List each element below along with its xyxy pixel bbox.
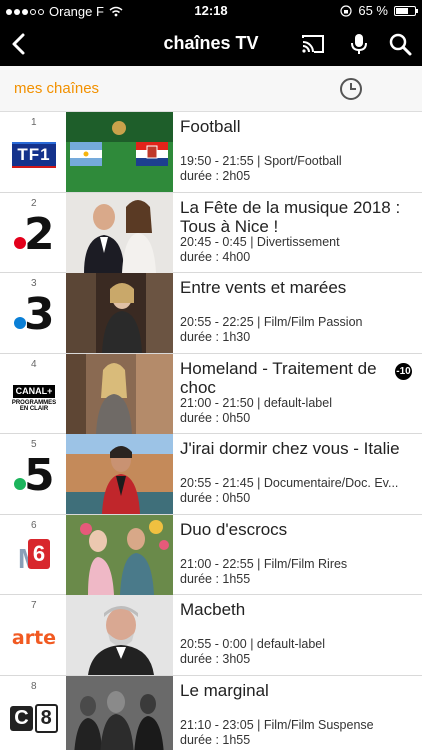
cast-icon[interactable] bbox=[300, 31, 326, 57]
program-time: 20:55 - 22:25 | Film/Film Passion bbox=[180, 315, 363, 329]
channel-row[interactable]: 8 C8 Le marginal 21:10 - 23:05 | Film/Fi… bbox=[0, 675, 422, 750]
program-time: 20:55 - 21:45 | Documentaire/Doc. Ev... bbox=[180, 476, 399, 490]
age-rating-badge: -10 bbox=[395, 362, 412, 380]
program-thumbnail bbox=[66, 273, 173, 353]
channel-number: 7 bbox=[31, 600, 37, 611]
channel-logo-m6: M6 bbox=[8, 535, 60, 581]
channel-logo-france2: 2 bbox=[8, 209, 60, 260]
clock-icon[interactable] bbox=[338, 76, 364, 102]
program-title: La Fête de la musique 2018 : Tous à Nice… bbox=[180, 197, 401, 236]
channel-number: 3 bbox=[31, 278, 37, 289]
program-thumbnail bbox=[66, 434, 173, 514]
channel-number: 8 bbox=[31, 680, 37, 692]
channel-list: 1 TF1 Football 19:50 - 21:55 | Sport/Foo… bbox=[0, 112, 422, 750]
program-time: 21:00 - 22:55 | Film/Film Rires bbox=[180, 556, 348, 571]
channel-logo-tf1: TF1 bbox=[8, 132, 60, 178]
program-title: Macbeth bbox=[180, 600, 246, 619]
program-duration: durée : 1h55 bbox=[180, 571, 251, 586]
program-title: Entre vents et marées bbox=[180, 278, 347, 297]
program-time: 21:00 - 21:50 | default-label bbox=[180, 395, 332, 410]
channel-row[interactable]: 5 5 J'irai dormir chez vous - Italie 20:… bbox=[0, 434, 422, 515]
program-duration: durée : 1h30 bbox=[180, 330, 251, 344]
program-thumbnail bbox=[66, 595, 173, 675]
program-thumbnail bbox=[66, 112, 173, 192]
program-time: 21:10 - 23:05 | Film/Film Suspense bbox=[180, 717, 374, 732]
program-thumbnail bbox=[66, 192, 173, 273]
channel-number: 4 bbox=[31, 358, 37, 370]
channel-logo-arte: arte bbox=[11, 627, 57, 649]
program-title: Football bbox=[180, 117, 241, 136]
channel-row[interactable]: 2 2 La Fête de la musique 2018 : Tous à … bbox=[0, 192, 422, 273]
channel-row[interactable]: 1 TF1 Football 19:50 - 21:55 | Sport/Foo… bbox=[0, 112, 422, 193]
channel-logo-france5: 5 bbox=[8, 450, 60, 501]
channel-logo-france3: 3 bbox=[8, 289, 60, 340]
channel-number: 5 bbox=[31, 439, 37, 450]
program-thumbnail bbox=[66, 353, 173, 434]
program-duration: durée : 0h50 bbox=[180, 410, 251, 425]
program-time: 20:45 - 0:45 | Divertissement bbox=[180, 234, 340, 249]
nav-header: chaînes TV bbox=[0, 22, 422, 66]
battery-icon bbox=[394, 5, 418, 16]
program-duration: durée : 4h00 bbox=[180, 249, 251, 264]
channel-logo-c8: C8 bbox=[8, 696, 60, 742]
program-duration: durée : 0h50 bbox=[180, 491, 251, 505]
program-time: 20:55 - 0:00 | default-label bbox=[180, 637, 326, 651]
channel-logo-canal-plus: CANAL+ PROGRAMMES EN CLAIR bbox=[11, 384, 57, 412]
program-title: Le marginal bbox=[180, 680, 269, 700]
microphone-icon[interactable] bbox=[346, 31, 372, 57]
program-duration: durée : 1h55 bbox=[180, 732, 251, 747]
channel-row[interactable]: 6 M6 Duo d'escrocs 21:00 - 22:55 | Film/… bbox=[0, 514, 422, 595]
program-title: Homeland - Traitement de choc bbox=[180, 358, 377, 397]
program-title: J'irai dormir chez vous - Italie bbox=[180, 439, 400, 458]
program-thumbnail bbox=[66, 514, 173, 595]
program-duration: durée : 2h05 bbox=[180, 169, 251, 183]
channel-number: 6 bbox=[31, 519, 37, 531]
search-icon[interactable] bbox=[387, 31, 413, 57]
orientation-lock-icon bbox=[340, 4, 352, 17]
program-title: Duo d'escrocs bbox=[180, 519, 288, 539]
battery-percent: 65 % bbox=[358, 3, 388, 18]
status-bar: Orange F 12:18 65 % bbox=[0, 0, 422, 22]
channel-number: 2 bbox=[31, 197, 37, 209]
program-time: 19:50 - 21:55 | Sport/Football bbox=[180, 154, 342, 168]
program-duration: durée : 3h05 bbox=[180, 652, 251, 666]
channel-row[interactable]: 4 CANAL+ PROGRAMMES EN CLAIR Homeland - T… bbox=[0, 353, 422, 434]
channel-row[interactable]: 7 arte Macbeth 20:55 - 0:00 | default-la… bbox=[0, 595, 422, 676]
tab-my-channels[interactable]: mes chaînes bbox=[14, 80, 99, 97]
program-thumbnail bbox=[66, 675, 173, 750]
channel-number: 1 bbox=[31, 117, 37, 128]
channel-row[interactable]: 3 3 Entre vents et marées 20:55 - 22:25 … bbox=[0, 273, 422, 354]
filter-bar: mes chaînes bbox=[0, 66, 422, 112]
moon-icon[interactable] bbox=[384, 75, 410, 103]
